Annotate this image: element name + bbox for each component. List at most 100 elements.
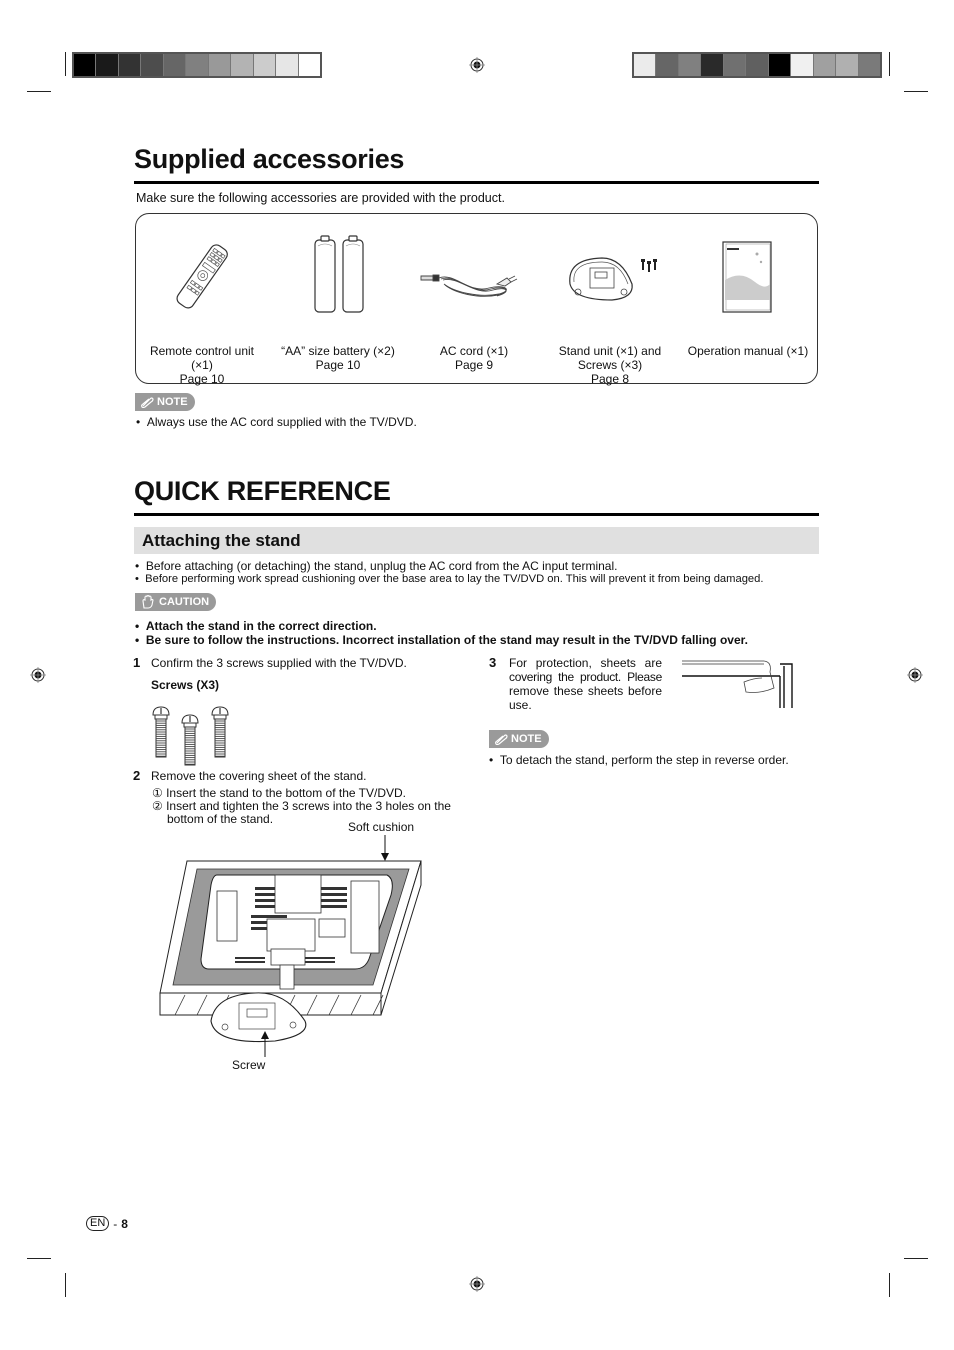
note-text: Always use the AC cord supplied with the… [146,415,417,429]
crop-mark [889,52,890,76]
info-text: Before performing work spread cushioning… [145,573,764,585]
color-swatch [656,54,679,76]
accessory-label: AC cord (×1) Page 9 [416,344,532,372]
stand-attachment-diagram [159,835,422,1057]
section-title: QUICK REFERENCE [134,476,391,506]
step-text-line: covering the product. Please [509,670,662,684]
color-swatch [723,54,747,76]
note-badge: NOTE [135,393,195,411]
accessory-qty: (×1) [191,358,213,372]
crop-mark [889,1273,890,1297]
accessory-page: Page 9 [454,358,494,372]
manual-icon [722,241,772,313]
crop-mark [27,1258,51,1259]
remote-control-icon [176,244,228,309]
step-text-line: use. [509,698,532,712]
color-swatch [74,54,97,76]
note-label: NOTE [511,733,542,745]
title-rule [134,513,819,516]
color-swatch [163,54,187,76]
registration-mark-icon [469,57,485,73]
color-swatch [746,54,769,76]
hand-icon [142,595,154,609]
caution-bullet: • Be sure to follow the instructions. In… [135,633,748,647]
accessory-page: Page 10 [179,372,225,386]
color-swatch [678,54,702,76]
page-number: 8 [121,1216,128,1231]
color-swatch [768,54,792,76]
accessory-label: Remote control unit (×1) Page 10 [144,344,260,386]
accessory-name: “AA” size battery (×2) [281,344,395,358]
accessory-name: Remote control unit [149,344,255,358]
color-swatch [836,54,859,76]
battery-icon [314,235,364,313]
page-footer: EN - 8 [86,1216,128,1231]
screws-illustration [152,706,229,766]
crop-mark [65,1273,66,1297]
color-swatch [276,54,299,76]
accessory-name: Operation manual (×1) [687,344,809,358]
step-text-line: remove these sheets before [509,684,662,698]
color-swatch [813,54,837,76]
color-swatch [298,54,320,76]
footer-separator: - [113,1216,118,1231]
color-swatch [118,54,142,76]
step-text: Remove the covering sheet of the stand. [151,769,367,783]
registration-mark-icon [30,667,46,683]
accessory-qty: Screws (×3) [577,358,643,372]
diagram-label-cushion: Soft cushion [348,820,415,834]
note-bullet: • To detach the stand, perform the step … [489,753,789,767]
caution-label: CAUTION [159,596,210,608]
color-swatch [253,54,277,76]
substep-text: ① Insert the stand to the bottom of the … [152,786,406,800]
note-badge: NOTE [489,730,549,748]
accessories-box: Remote control unit (×1) Page 10 “AA” si… [135,213,818,386]
diagram-label-screw: Screw [232,1058,266,1072]
paperclip-icon [495,734,508,745]
caution-badge: CAUTION [135,593,217,611]
note-label: NOTE [157,396,188,408]
crop-mark [904,91,928,92]
note-text: To detach the stand, perform the step in… [499,753,789,767]
color-calibration-bar-right [632,52,882,78]
color-swatch [791,54,814,76]
registration-mark-icon [907,667,923,683]
protective-sheet-diagram [682,660,793,708]
color-swatch [634,54,657,76]
accessory-page: Page 8 [590,372,630,386]
info-bullet: • Before performing work spread cushioni… [135,573,764,585]
step-text-line: For protection, sheets are [509,656,662,670]
accessory-page: Page 10 [315,358,361,372]
color-swatch [858,54,880,76]
step-text: For protection, sheets are covering the … [509,656,662,712]
accessory-name: Stand unit (×1) and [558,344,662,358]
step-number: 2 [133,768,141,783]
color-swatch [701,54,724,76]
color-swatch [96,54,119,76]
step-text: Confirm the 3 screws supplied with the T… [151,656,407,670]
accessory-label: Stand unit (×1) and Screws (×3) Page 8 [544,344,676,386]
accessory-label: Operation manual (×1) [680,344,816,358]
info-text: Before attaching (or detaching) the stan… [145,559,618,573]
language-badge: EN [86,1216,110,1231]
registration-mark-icon [469,1276,485,1292]
step-number: 1 [133,655,141,670]
substep-text: bottom of the stand. [167,812,274,826]
intro-text: Make sure the following accessories are … [136,191,505,205]
caution-text: Be sure to follow the instructions. Inco… [145,633,748,647]
paperclip-icon [141,397,154,408]
caution-bullet: • Attach the stand in the correct direct… [135,619,377,633]
substep-text: ② Insert and tighten the 3 screws into t… [152,799,451,813]
ac-cord-icon [420,274,518,297]
crop-mark [904,1258,928,1259]
caution-text: Attach the stand in the correct directio… [145,619,377,633]
stand-unit-icon [569,257,657,301]
step-number: 3 [489,655,497,670]
color-swatch [231,54,254,76]
section-title: Supplied accessories [134,144,405,174]
subsection-heading: Attaching the stand [134,527,819,554]
title-rule [134,181,819,184]
crop-mark [65,52,66,76]
color-swatch [186,54,209,76]
color-calibration-bar-left [72,52,322,78]
